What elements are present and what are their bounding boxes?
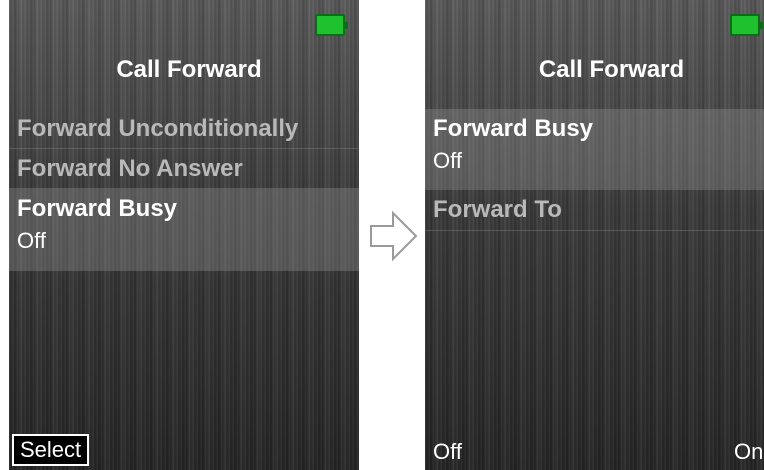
phone-screen-after: Call Forward Forward Busy Off Forward To… <box>425 0 764 470</box>
menu-item-label: Forward Busy <box>17 195 178 222</box>
off-softkey[interactable]: Off <box>433 437 462 467</box>
menu-item-forward-busy[interactable]: Forward Busy Off <box>9 189 359 271</box>
select-softkey[interactable]: Select <box>12 434 90 466</box>
screen-title: Call Forward <box>116 56 262 83</box>
menu-item-value: Off <box>433 148 462 173</box>
menu-item-forward-unconditionally[interactable]: Forward Unconditionally <box>9 109 359 149</box>
menu-item-forward-busy[interactable]: Forward Busy Off <box>425 109 764 190</box>
on-softkey[interactable]: On <box>734 437 763 467</box>
menu-item-forward-no-answer[interactable]: Forward No Answer <box>9 149 359 189</box>
battery-icon <box>315 14 348 36</box>
menu-item-label: Forward No Answer <box>17 155 243 182</box>
menu-item-label: Forward Unconditionally <box>17 115 299 142</box>
screen-title: Call Forward <box>538 56 685 83</box>
menu-item-label: Forward To <box>433 196 562 223</box>
menu-item-label: Forward Busy <box>433 115 594 142</box>
menu-item-forward-to[interactable]: Forward To <box>425 190 764 231</box>
battery-icon <box>730 14 763 36</box>
phone-screen-before: Call Forward Forward Unconditionally For… <box>9 0 359 470</box>
menu-item-value: Off <box>17 228 46 253</box>
arrow-right-icon <box>370 210 418 262</box>
